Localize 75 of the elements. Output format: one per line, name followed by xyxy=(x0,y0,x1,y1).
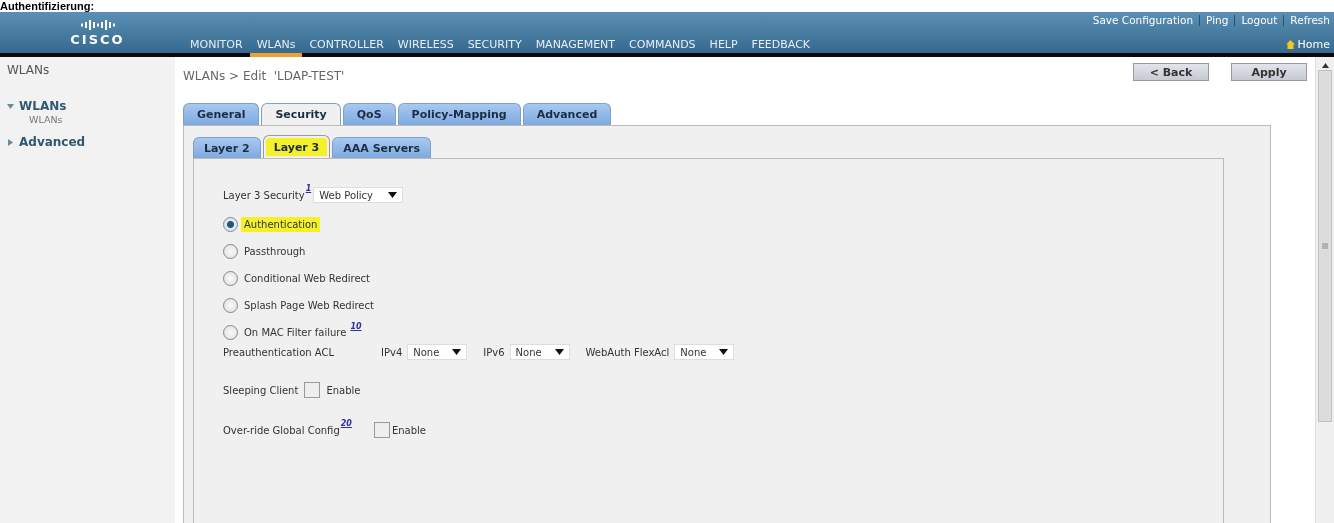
menu-item[interactable]: MONITOR xyxy=(183,38,250,57)
option-label: Passthrough xyxy=(243,245,307,259)
select-field[interactable]: None xyxy=(509,344,570,360)
tab[interactable]: General xyxy=(183,103,260,125)
menu-item[interactable]: SECURITY xyxy=(460,38,529,57)
select-field[interactable]: None xyxy=(407,344,468,360)
option-label: Conditional Web Redirect xyxy=(243,272,372,286)
tab[interactable]: Policy-Mapping xyxy=(397,103,521,125)
field-label: Over-ride Global Config xyxy=(223,424,340,436)
header-link[interactable]: Refresh xyxy=(1290,14,1330,26)
caret-icon xyxy=(452,349,462,355)
select-value: Web Policy xyxy=(319,189,373,201)
help-link[interactable]: 1 xyxy=(305,184,312,193)
tab[interactable]: AAA Servers xyxy=(332,137,432,158)
menu-item[interactable]: CONTROLLER xyxy=(302,38,391,57)
sidebar-subitem[interactable]: WLANs xyxy=(29,114,175,125)
header-link[interactable]: Logout xyxy=(1241,14,1278,26)
checkbox[interactable] xyxy=(373,422,390,438)
select-value: None xyxy=(515,346,542,358)
caret-icon xyxy=(719,349,729,355)
breadcrumb: WLANs > Edit 'LDAP-TEST' xyxy=(183,69,345,83)
select-field[interactable]: None xyxy=(674,344,735,360)
tab[interactable]: Advanced xyxy=(522,103,612,125)
checkbox-label: Enable xyxy=(391,424,426,436)
menu-item[interactable]: WIRELESS xyxy=(390,38,461,57)
select-field[interactable]: Web Policy xyxy=(313,187,404,203)
triangle-down-icon xyxy=(7,102,14,110)
help-link[interactable]: 10 xyxy=(350,322,362,331)
home-link[interactable]: Home xyxy=(1285,38,1330,51)
triangle-right-icon xyxy=(7,138,14,146)
sidebar-item[interactable]: WLANs xyxy=(7,99,175,113)
sidebar-item[interactable]: Advanced xyxy=(7,135,175,149)
menu-item[interactable]: WLANs xyxy=(249,38,303,57)
radio-button[interactable] xyxy=(223,298,238,313)
field-label: Preauthentication ACL xyxy=(223,346,335,358)
field-label: IPv4 xyxy=(381,346,403,358)
sidebar-title: WLANs xyxy=(7,63,51,77)
scroll-up-icon xyxy=(1321,63,1329,68)
menu-item[interactable]: MANAGEMENT xyxy=(528,38,623,57)
select-value: None xyxy=(680,346,707,358)
option-label: Authentication xyxy=(241,217,321,232)
menu-item[interactable]: HELP xyxy=(702,38,745,57)
menu-item[interactable]: COMMANDS xyxy=(622,38,703,57)
checkbox[interactable] xyxy=(304,382,321,398)
header-link[interactable]: Save Configuration xyxy=(1092,14,1194,26)
menu-item[interactable]: FEEDBACK xyxy=(744,38,818,57)
tab[interactable]: QoS xyxy=(342,103,396,125)
option-label: Splash Page Web Redirect xyxy=(243,299,375,313)
help-link[interactable]: 20 xyxy=(340,419,352,428)
toolbar-button[interactable]: Apply xyxy=(1231,63,1307,81)
radio-button[interactable] xyxy=(223,325,238,340)
scrollbar[interactable] xyxy=(1315,57,1334,523)
tab[interactable]: Layer 3 xyxy=(262,135,331,158)
logo-text: CISCO xyxy=(70,31,125,47)
scroll-thumb[interactable] xyxy=(1318,70,1332,422)
radio-button[interactable] xyxy=(223,217,238,232)
field-label: Sleeping Client xyxy=(223,384,299,396)
logo-bars-icon xyxy=(80,18,115,31)
toolbar-button[interactable]: < Back xyxy=(1133,63,1209,81)
tab[interactable]: Security xyxy=(261,103,341,125)
caption: Authentifizierung: xyxy=(0,0,95,12)
field-label: WebAuth FlexAcl xyxy=(585,346,670,358)
tab[interactable]: Layer 2 xyxy=(193,137,261,158)
radio-button[interactable] xyxy=(223,271,238,286)
option-label: On MAC Filter failure xyxy=(243,326,348,340)
house-icon xyxy=(1285,40,1295,49)
field-label: IPv6 xyxy=(483,346,505,358)
caret-icon xyxy=(554,349,564,355)
header-link[interactable]: Ping xyxy=(1206,14,1229,26)
caret-icon xyxy=(388,192,398,198)
field-label: Layer 3 Security xyxy=(223,189,305,201)
checkbox-label: Enable xyxy=(326,384,361,396)
select-value: None xyxy=(413,346,440,358)
grip-icon xyxy=(1322,243,1328,249)
radio-button[interactable] xyxy=(223,244,238,259)
